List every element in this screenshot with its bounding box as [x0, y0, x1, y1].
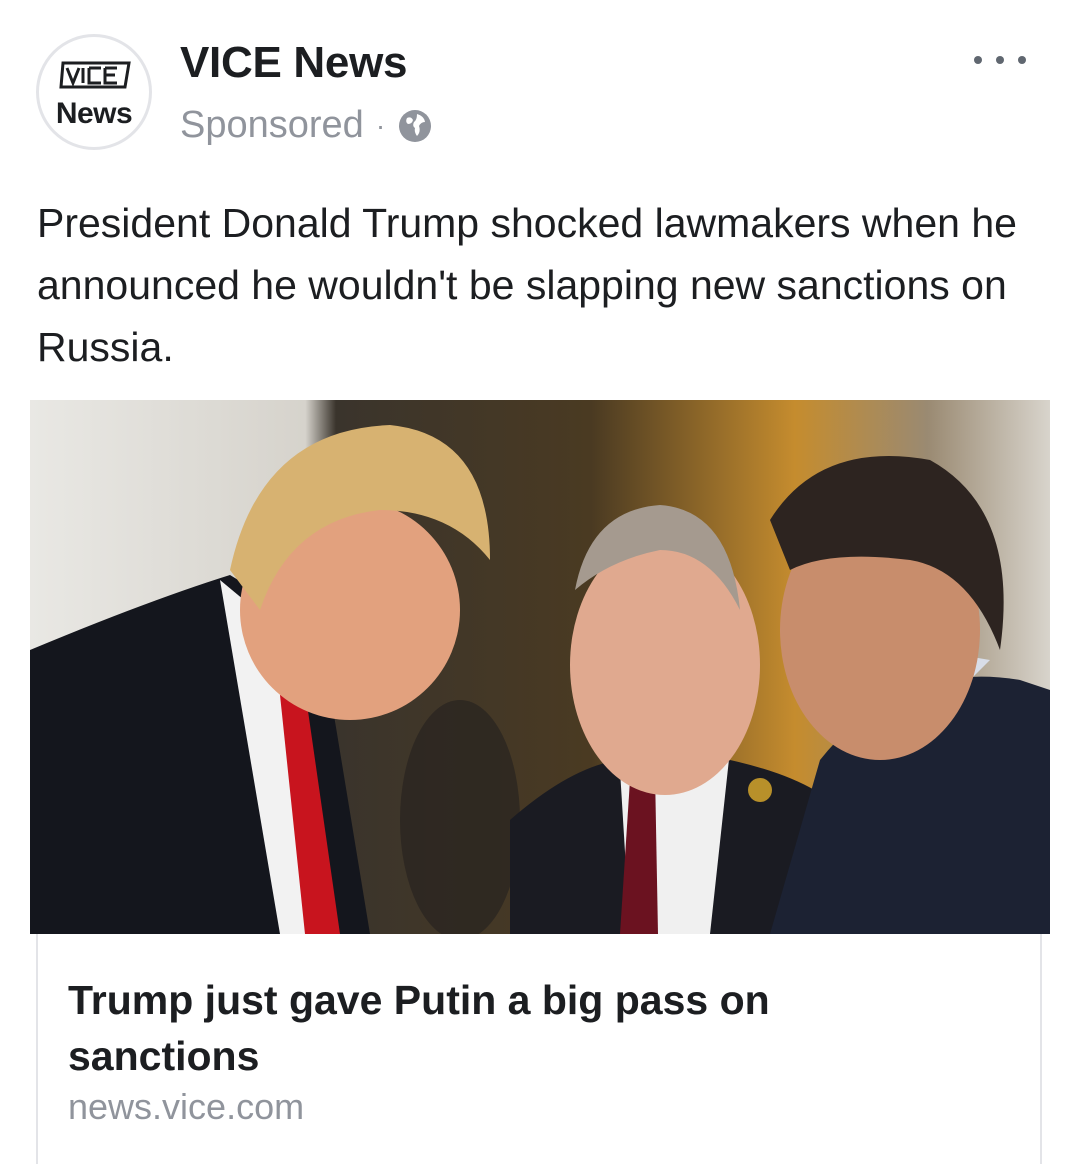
link-title[interactable]: Trump just gave Putin a big pass on sanc… [68, 972, 968, 1084]
more-dot-icon [974, 56, 982, 64]
post-meta: Sponsored · [180, 104, 433, 147]
more-dot-icon [1018, 56, 1026, 64]
meta-separator: · [375, 109, 386, 141]
page-name-link[interactable]: VICE News [180, 38, 407, 88]
link-domain: news.vice.com [68, 1086, 305, 1127]
page-avatar[interactable]: News [36, 34, 152, 150]
vice-logo-icon [59, 61, 131, 89]
globe-icon [399, 109, 432, 142]
link-preview-card[interactable]: Trump just gave Putin a big pass on sanc… [36, 934, 1042, 1164]
more-options-button[interactable] [974, 40, 1026, 80]
post-text: President Donald Trump shocked lawmakers… [37, 200, 1017, 370]
avatar-logo-text: News [55, 97, 133, 130]
more-dot-icon [996, 56, 1004, 64]
link-preview-image[interactable] [30, 400, 1050, 934]
sponsored-label[interactable]: Sponsored [180, 104, 364, 147]
